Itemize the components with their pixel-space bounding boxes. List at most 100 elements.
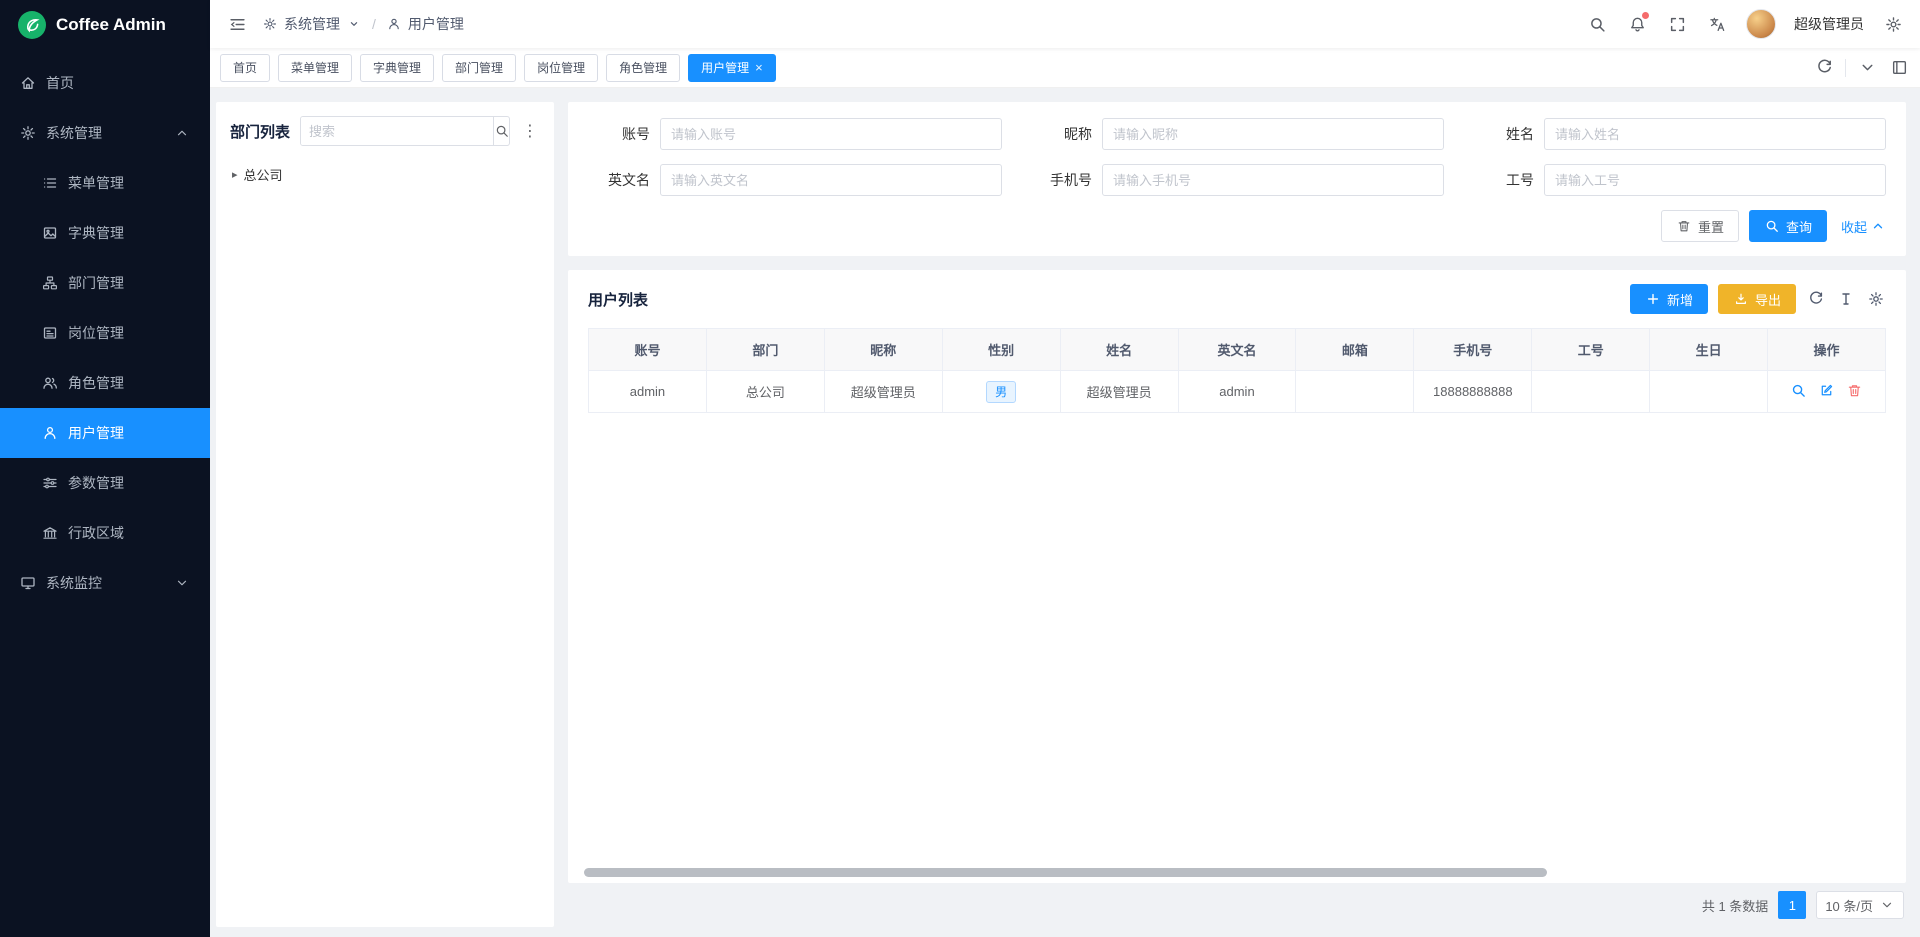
col-gender[interactable]: 性别 xyxy=(942,329,1060,371)
text-size-icon[interactable] xyxy=(1836,289,1856,309)
col-birthday[interactable]: 生日 xyxy=(1650,329,1768,371)
filter-card: 账号 昵称 姓名 英文名 xyxy=(568,102,1906,256)
filter-field-account: 账号 xyxy=(588,118,1002,150)
page-size-select[interactable]: 10 条/页 xyxy=(1816,891,1904,919)
col-nickname[interactable]: 昵称 xyxy=(824,329,942,371)
tab-post-mgmt[interactable]: 岗位管理 xyxy=(524,54,598,82)
field-label: 姓名 xyxy=(1472,124,1534,144)
job-number-input[interactable] xyxy=(1544,164,1886,196)
cell-birthday xyxy=(1650,371,1768,413)
fullscreen-icon[interactable] xyxy=(1666,13,1688,35)
tab-home[interactable]: 首页 xyxy=(220,54,270,82)
sidebar-item-user-mgmt[interactable]: 用户管理 xyxy=(0,408,210,458)
tab-label: 菜单管理 xyxy=(291,59,339,76)
page-button-1[interactable]: 1 xyxy=(1778,891,1806,919)
edit-row-icon[interactable] xyxy=(1819,383,1835,399)
sidebar-item-menu-mgmt[interactable]: 菜单管理 xyxy=(0,158,210,208)
tree-expand-icon[interactable]: ▸ xyxy=(232,168,238,181)
refresh-icon[interactable] xyxy=(1813,57,1835,79)
col-name[interactable]: 姓名 xyxy=(1060,329,1178,371)
name-input[interactable] xyxy=(1544,118,1886,150)
sidebar-item-label: 角色管理 xyxy=(68,373,124,393)
account-input[interactable] xyxy=(660,118,1002,150)
breadcrumb-item-system[interactable]: 系统管理 xyxy=(284,14,340,34)
sidebar-item-label: 首页 xyxy=(46,73,74,93)
refresh-icon[interactable] xyxy=(1806,289,1826,309)
search-button-label: 查询 xyxy=(1786,217,1812,236)
settings-gear-icon[interactable] xyxy=(1882,13,1904,35)
tab-menu-mgmt[interactable]: 菜单管理 xyxy=(278,54,352,82)
tabs-menu-chevron-icon[interactable] xyxy=(1856,57,1878,79)
reset-button[interactable]: 重置 xyxy=(1661,210,1739,242)
tab-role-mgmt[interactable]: 角色管理 xyxy=(606,54,680,82)
layout-expand-icon[interactable] xyxy=(1888,57,1910,79)
tab-user-mgmt[interactable]: 用户管理 × xyxy=(688,54,776,82)
search-icon[interactable] xyxy=(493,117,509,145)
phone-input[interactable] xyxy=(1102,164,1444,196)
translate-icon[interactable] xyxy=(1706,13,1728,35)
export-button[interactable]: 导出 xyxy=(1718,284,1796,314)
tree-node-root[interactable]: ▸ 总公司 xyxy=(230,160,540,188)
col-job-number[interactable]: 工号 xyxy=(1532,329,1650,371)
tab-dept-mgmt[interactable]: 部门管理 xyxy=(442,54,516,82)
tab-label: 角色管理 xyxy=(619,59,667,76)
list-icon xyxy=(42,175,58,191)
divider xyxy=(1845,59,1846,77)
department-panel-header: 部门列表 ⋮ xyxy=(230,116,540,146)
sidebar-item-home[interactable]: 首页 xyxy=(0,58,210,108)
col-phone[interactable]: 手机号 xyxy=(1414,329,1532,371)
tab-close-icon[interactable]: × xyxy=(755,61,763,74)
sidebar-group-label: 系统管理 xyxy=(46,123,102,143)
tab-label: 用户管理 xyxy=(701,59,749,76)
horizontal-scrollbar[interactable] xyxy=(584,868,1547,877)
tabs-bar: 首页 菜单管理 字典管理 部门管理 岗位管理 角色管理 用户管理 × xyxy=(210,48,1920,88)
column-settings-gear-icon[interactable] xyxy=(1866,289,1886,309)
tabs-controls xyxy=(1813,57,1910,79)
sidebar-item-label: 参数管理 xyxy=(68,473,124,493)
search-icon[interactable] xyxy=(1586,13,1608,35)
sidebar-menu: 首页 系统管理 菜单管理 字典管理 部门管理 xyxy=(0,50,210,937)
collapse-filter-link[interactable]: 收起 xyxy=(1841,217,1886,236)
sidebar-item-post-mgmt[interactable]: 岗位管理 xyxy=(0,308,210,358)
sidebar-item-dict-mgmt[interactable]: 字典管理 xyxy=(0,208,210,258)
add-user-button[interactable]: 新增 xyxy=(1630,284,1708,314)
sidebar-item-role-mgmt[interactable]: 角色管理 xyxy=(0,358,210,408)
delete-row-icon[interactable] xyxy=(1847,383,1863,399)
sidebar-item-region-mgmt[interactable]: 行政区域 xyxy=(0,508,210,558)
view-row-icon[interactable] xyxy=(1791,383,1807,399)
sidebar-item-label: 字典管理 xyxy=(68,223,124,243)
chevron-down-icon xyxy=(1879,897,1895,913)
more-options-icon[interactable]: ⋮ xyxy=(520,121,540,141)
col-email[interactable]: 邮箱 xyxy=(1296,329,1414,371)
user-list-card: 用户列表 新增 导出 xyxy=(568,270,1906,883)
dictionary-icon xyxy=(42,225,58,241)
bell-icon[interactable] xyxy=(1626,13,1648,35)
export-button-label: 导出 xyxy=(1755,290,1781,309)
pagination-total: 共 1 条数据 xyxy=(1702,896,1768,915)
gear-icon xyxy=(262,16,278,32)
col-account[interactable]: 账号 xyxy=(589,329,707,371)
col-department[interactable]: 部门 xyxy=(706,329,824,371)
search-button[interactable]: 查询 xyxy=(1749,210,1827,242)
sidebar: Coffee Admin 首页 系统管理 菜单管理 字典管理 xyxy=(0,0,210,937)
sidebar-item-dept-mgmt[interactable]: 部门管理 xyxy=(0,258,210,308)
current-username[interactable]: 超级管理员 xyxy=(1794,14,1864,34)
department-search-input[interactable] xyxy=(301,117,493,145)
field-label: 账号 xyxy=(588,124,650,144)
tab-dict-mgmt[interactable]: 字典管理 xyxy=(360,54,434,82)
user-avatar[interactable] xyxy=(1746,9,1776,39)
sidebar-item-param-mgmt[interactable]: 参数管理 xyxy=(0,458,210,508)
table-row[interactable]: admin 总公司 超级管理员 男 超级管理员 admin 1888888888… xyxy=(589,371,1886,413)
col-english-name[interactable]: 英文名 xyxy=(1178,329,1296,371)
sidebar-group-system[interactable]: 系统管理 xyxy=(0,108,210,158)
chevron-up-icon xyxy=(1870,218,1886,234)
filter-field-nickname: 昵称 xyxy=(1030,118,1444,150)
sidebar-group-monitor[interactable]: 系统监控 xyxy=(0,558,210,608)
collapse-label: 收起 xyxy=(1841,217,1867,236)
tab-label: 字典管理 xyxy=(373,59,421,76)
header-actions: 超级管理员 xyxy=(1586,9,1904,39)
sidebar-fold-icon[interactable] xyxy=(226,13,248,35)
nickname-input[interactable] xyxy=(1102,118,1444,150)
cell-account: admin xyxy=(589,371,707,413)
english-name-input[interactable] xyxy=(660,164,1002,196)
